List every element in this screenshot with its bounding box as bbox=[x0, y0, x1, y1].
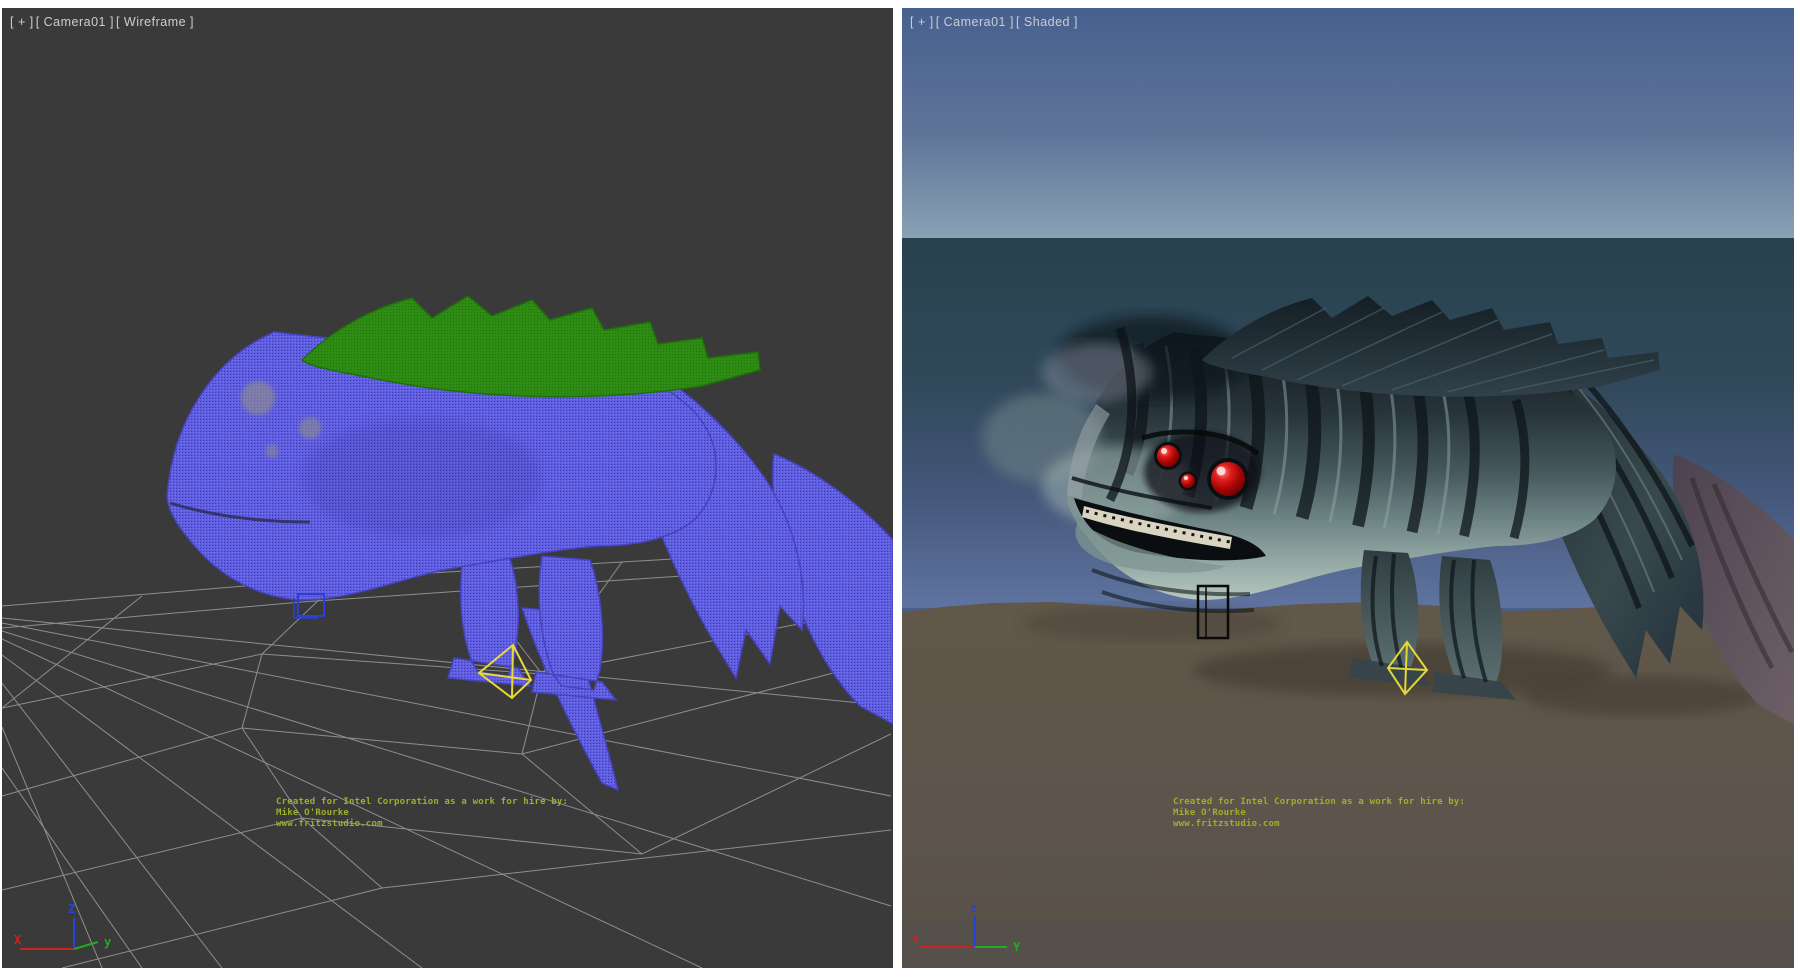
viewport-label-right: [ + ][ Camera01 ][ Shaded ] bbox=[910, 15, 1080, 29]
viewport-menu-general[interactable]: [ + ] bbox=[10, 15, 34, 29]
axis-y-label: y bbox=[104, 935, 111, 949]
axis-z-label: z bbox=[970, 901, 977, 915]
viewport-menu-shading[interactable]: [ Shaded ] bbox=[1016, 15, 1078, 29]
viewport-menu-pov[interactable]: [ Camera01 ] bbox=[936, 15, 1014, 29]
watermark-text: Created for Intel Corporation as a work … bbox=[276, 797, 568, 830]
watermark-line-1: Created for Intel Corporation as a work … bbox=[1173, 797, 1465, 808]
watermark-text: Created for Intel Corporation as a work … bbox=[1173, 797, 1465, 830]
watermark-line-2: Mike O'Rourke bbox=[276, 808, 568, 819]
app-window: X Z y [ + ][ Camera01 ][ Wireframe ] Cre… bbox=[0, 0, 1800, 978]
axis-y-label: Y bbox=[1013, 940, 1021, 954]
viewport-shaded[interactable]: x z Y [ + ][ Camera01 ][ Shaded ] Create… bbox=[902, 8, 1794, 968]
axis-x-label: x bbox=[912, 931, 919, 945]
viewport-wireframe[interactable]: X Z y [ + ][ Camera01 ][ Wireframe ] Cre… bbox=[2, 8, 893, 968]
watermark-line-1: Created for Intel Corporation as a work … bbox=[276, 797, 568, 808]
axis-tripod: X Z y bbox=[14, 902, 111, 949]
axis-x-label: X bbox=[14, 933, 22, 947]
viewport-menu-shading[interactable]: [ Wireframe ] bbox=[116, 15, 194, 29]
watermark-line-3: www.fritzstudio.com bbox=[276, 819, 568, 830]
viewport-menu-pov[interactable]: [ Camera01 ] bbox=[36, 15, 114, 29]
axis-z-label: Z bbox=[68, 902, 75, 916]
viewport-menu-general[interactable]: [ + ] bbox=[910, 15, 934, 29]
sky bbox=[902, 8, 1794, 238]
watermark-line-2: Mike O'Rourke bbox=[1173, 808, 1465, 819]
watermark-line-3: www.fritzstudio.com bbox=[1173, 819, 1465, 830]
viewport-label-left: [ + ][ Camera01 ][ Wireframe ] bbox=[10, 15, 196, 29]
fish-leg-fin-2[interactable] bbox=[532, 556, 616, 700]
